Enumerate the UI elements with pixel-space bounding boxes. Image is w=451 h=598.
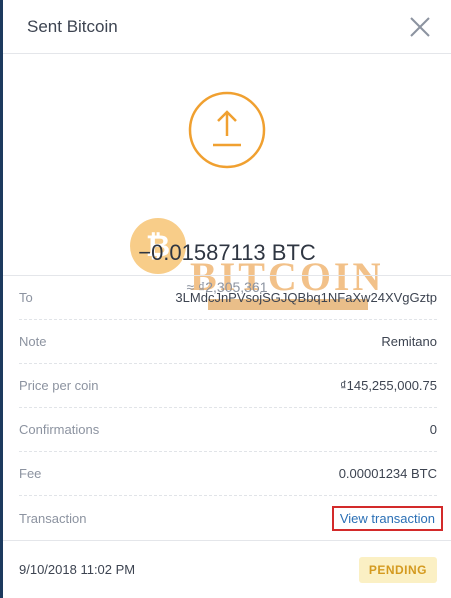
modal-header: Sent Bitcoin (3, 0, 451, 54)
detail-label: Confirmations (19, 422, 100, 437)
detail-label: Fee (19, 466, 42, 481)
recipient-address: 3LMdcJnPVsojSGJQBbq1NFaXw24XVgGztp (175, 290, 437, 305)
status-badge: PENDING (358, 556, 437, 583)
modal-footer: 9/10/2018 11:02 PM PENDING (3, 540, 451, 598)
close-icon[interactable] (409, 16, 431, 38)
detail-label: Note (19, 334, 47, 349)
sent-amount: −0.01587113 BTC (138, 240, 316, 265)
modal-title: Sent Bitcoin (27, 16, 118, 36)
confirmations-value: 0 (429, 422, 437, 437)
detail-label: Transaction (19, 510, 87, 526)
transaction-date: 9/10/2018 11:02 PM (19, 562, 136, 577)
detail-label: Price per coin (19, 378, 99, 393)
detail-row-note: Note Remitano (19, 320, 437, 364)
detail-row-price: Price per coin ₫145,255,000.75 (19, 364, 437, 408)
detail-row-confirmations: Confirmations 0 (19, 408, 437, 452)
note-value: Remitano (381, 334, 437, 349)
fee-value: 0.00001234 BTC (338, 466, 437, 481)
detail-row-to: To 3LMdcJnPVsojSGJQBbq1NFaXw24XVgGztp (19, 276, 437, 320)
detail-label: To (19, 290, 33, 305)
price-value: ₫145,255,000.75 (339, 378, 437, 393)
view-transaction-link[interactable]: View transaction (331, 505, 443, 531)
transaction-summary: ₿ BITCOIN −0.01587113 BTC ≈ ₫2,305,361 (3, 54, 451, 310)
upload-arrow-icon (188, 91, 266, 169)
detail-row-transaction: Transaction View transaction (19, 496, 443, 540)
detail-row-fee: Fee 0.00001234 BTC (19, 452, 437, 496)
transaction-details: To 3LMdcJnPVsojSGJQBbq1NFaXw24XVgGztp No… (3, 275, 451, 540)
sent-bitcoin-modal: Sent Bitcoin ₿ BITCOIN −0.01587113 BTC ≈… (3, 0, 451, 598)
